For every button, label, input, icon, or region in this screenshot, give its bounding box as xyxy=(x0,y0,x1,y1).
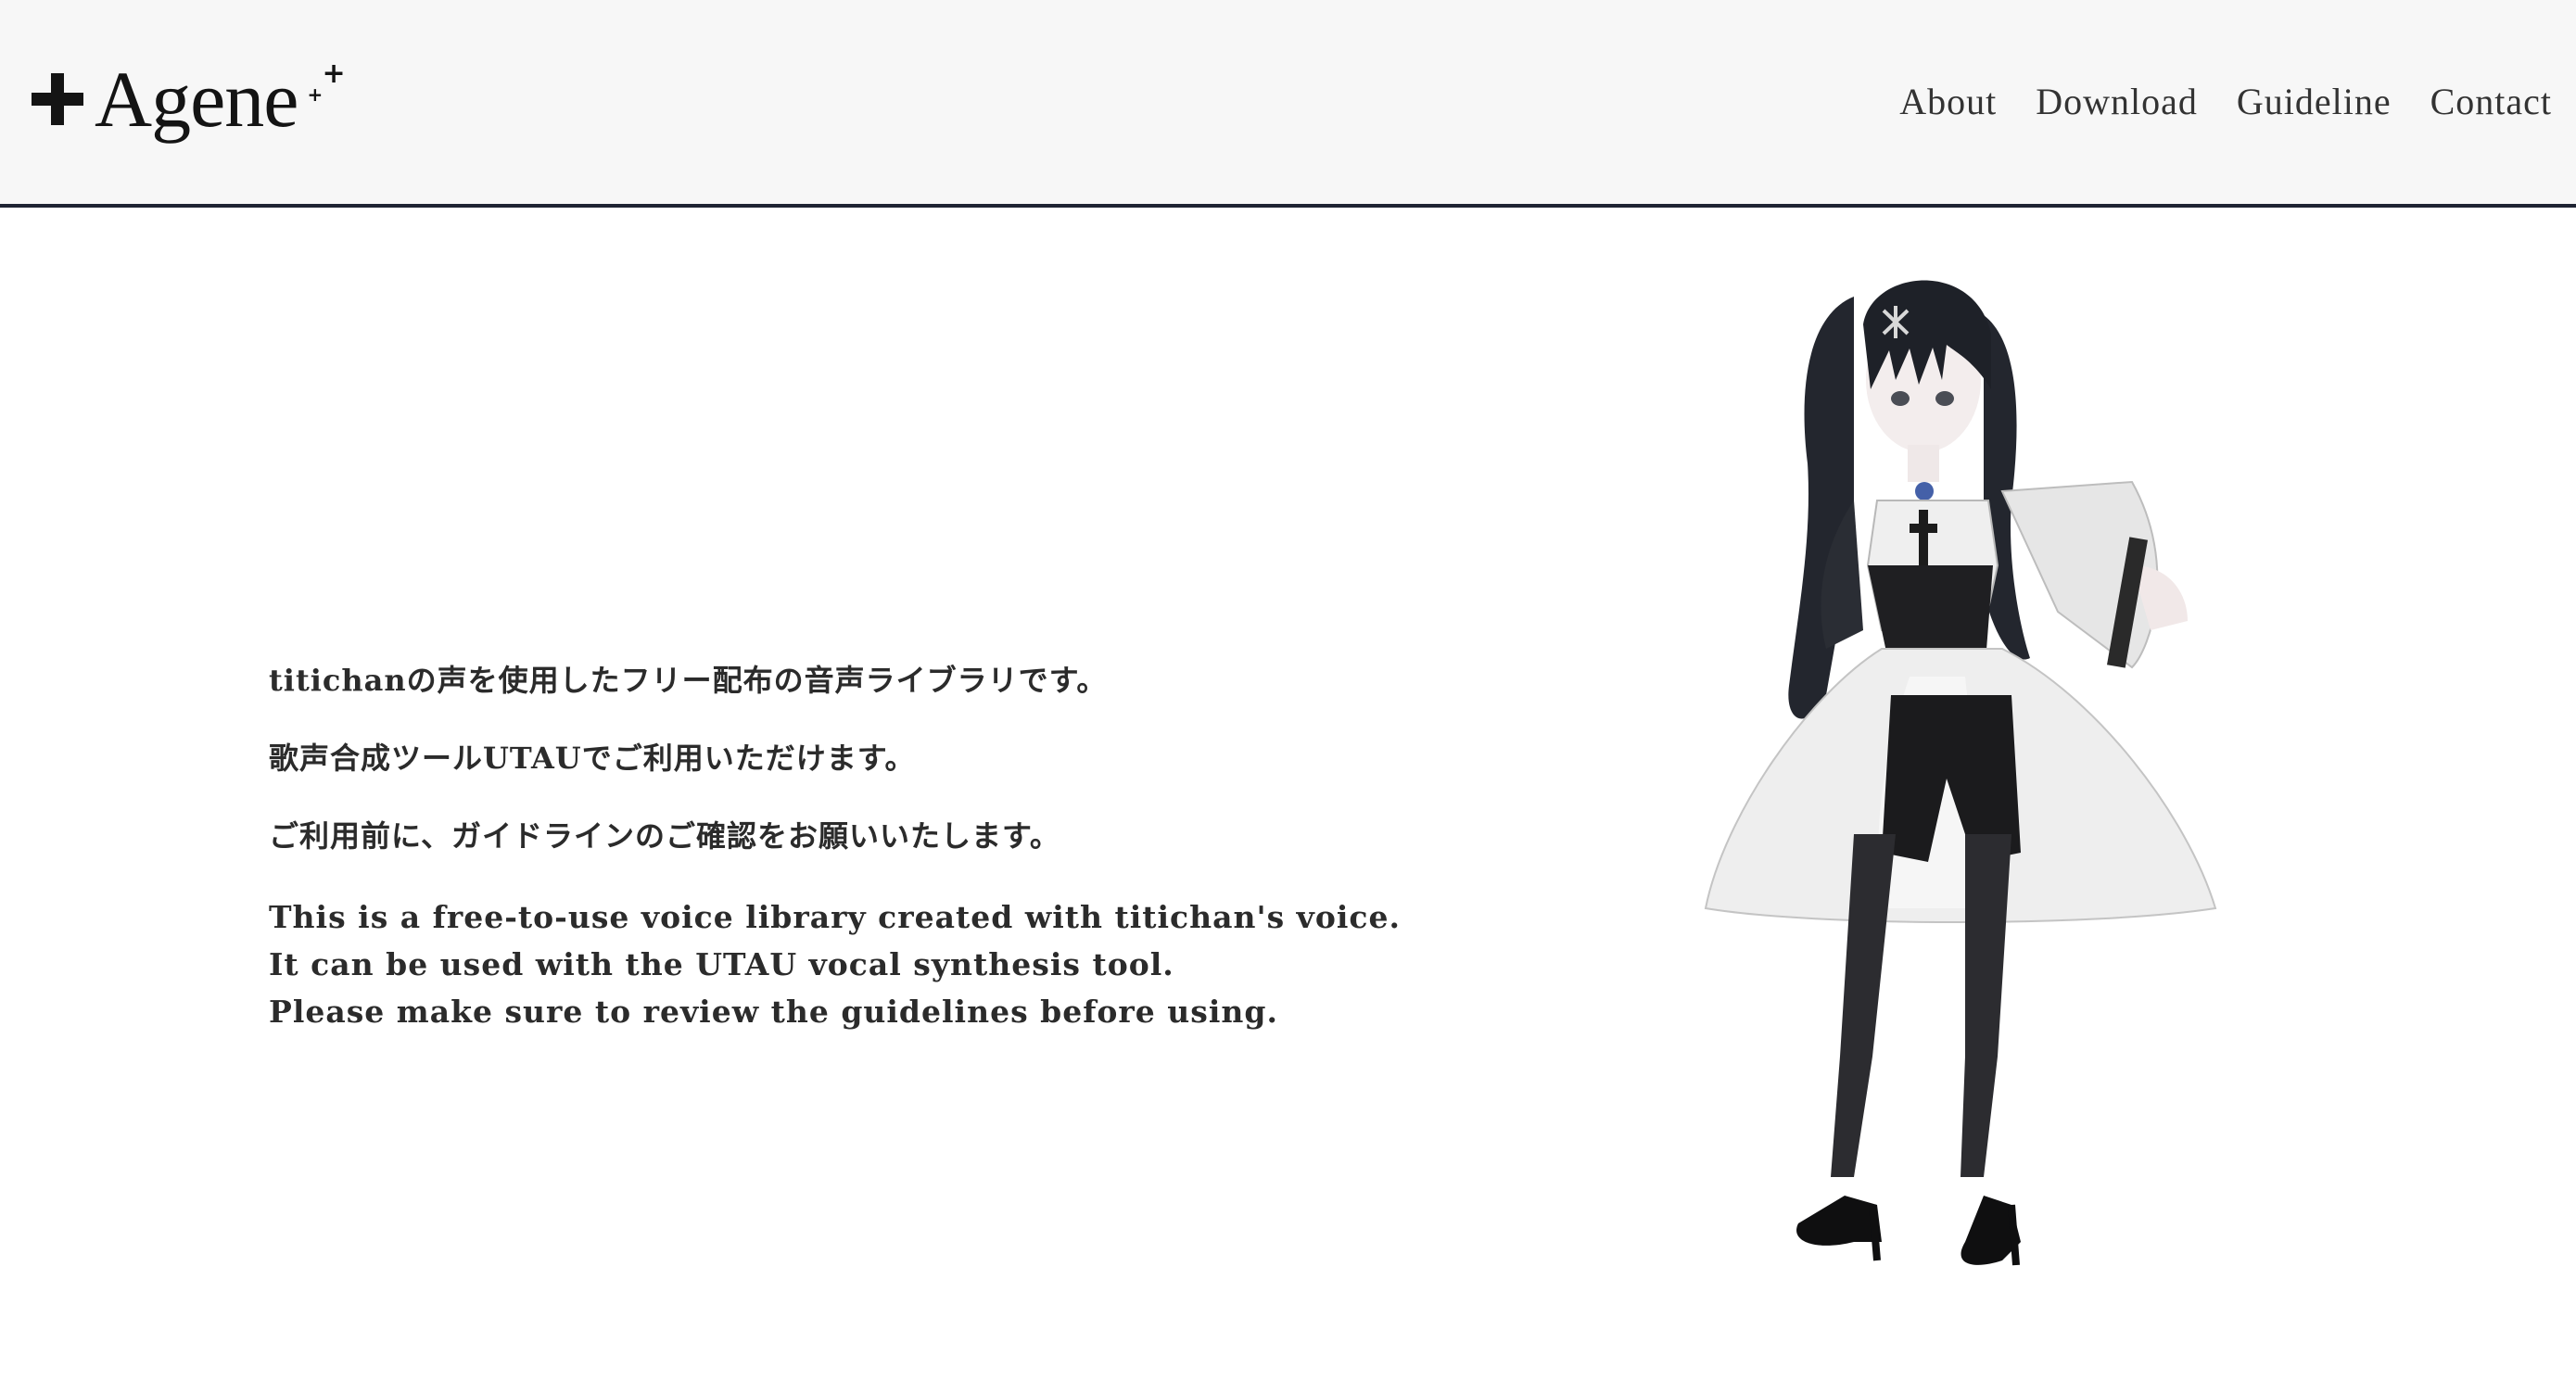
page: Agene + + About Download Guideline Contac… xyxy=(0,0,2576,1393)
nav-download[interactable]: Download xyxy=(2036,80,2198,123)
main-nav: About Download Guideline Contact xyxy=(1899,80,2552,123)
logo-sparkle-icon: + + xyxy=(307,57,346,106)
intro-en-line-2: It can be used with the UTAU vocal synth… xyxy=(269,946,1174,982)
site-header: Agene + + About Download Guideline Contac… xyxy=(0,0,2576,208)
nav-about[interactable]: About xyxy=(1899,80,1997,123)
nav-contact[interactable]: Contact xyxy=(2430,80,2552,123)
site-logo[interactable]: Agene + + xyxy=(32,48,346,150)
intro-text: titichanの声を使用したフリー配布の音声ライブラリです。 歌声合成ツールU… xyxy=(269,660,1474,1035)
intro-en-block: This is a free-to-use voice library crea… xyxy=(269,893,1474,1035)
intro-jp-line-1: titichanの声を使用したフリー配布の音声ライブラリです。 xyxy=(269,663,1108,698)
intro-jp-line-3: ご利用前に、ガイドラインのご確認をお願いいたします。 xyxy=(269,818,1060,854)
intro-en-line-3: Please make sure to review the guideline… xyxy=(269,994,1278,1030)
nav-guideline[interactable]: Guideline xyxy=(2237,80,2392,123)
intro-jp-line-2: 歌声合成ツールUTAUでご利用いただけます。 xyxy=(269,741,916,776)
logo-text: Agene xyxy=(95,55,298,144)
logo-plus-icon xyxy=(32,73,83,125)
intro-en-line-1: This is a free-to-use voice library crea… xyxy=(269,899,1401,935)
character-illustration xyxy=(1576,260,2317,1372)
